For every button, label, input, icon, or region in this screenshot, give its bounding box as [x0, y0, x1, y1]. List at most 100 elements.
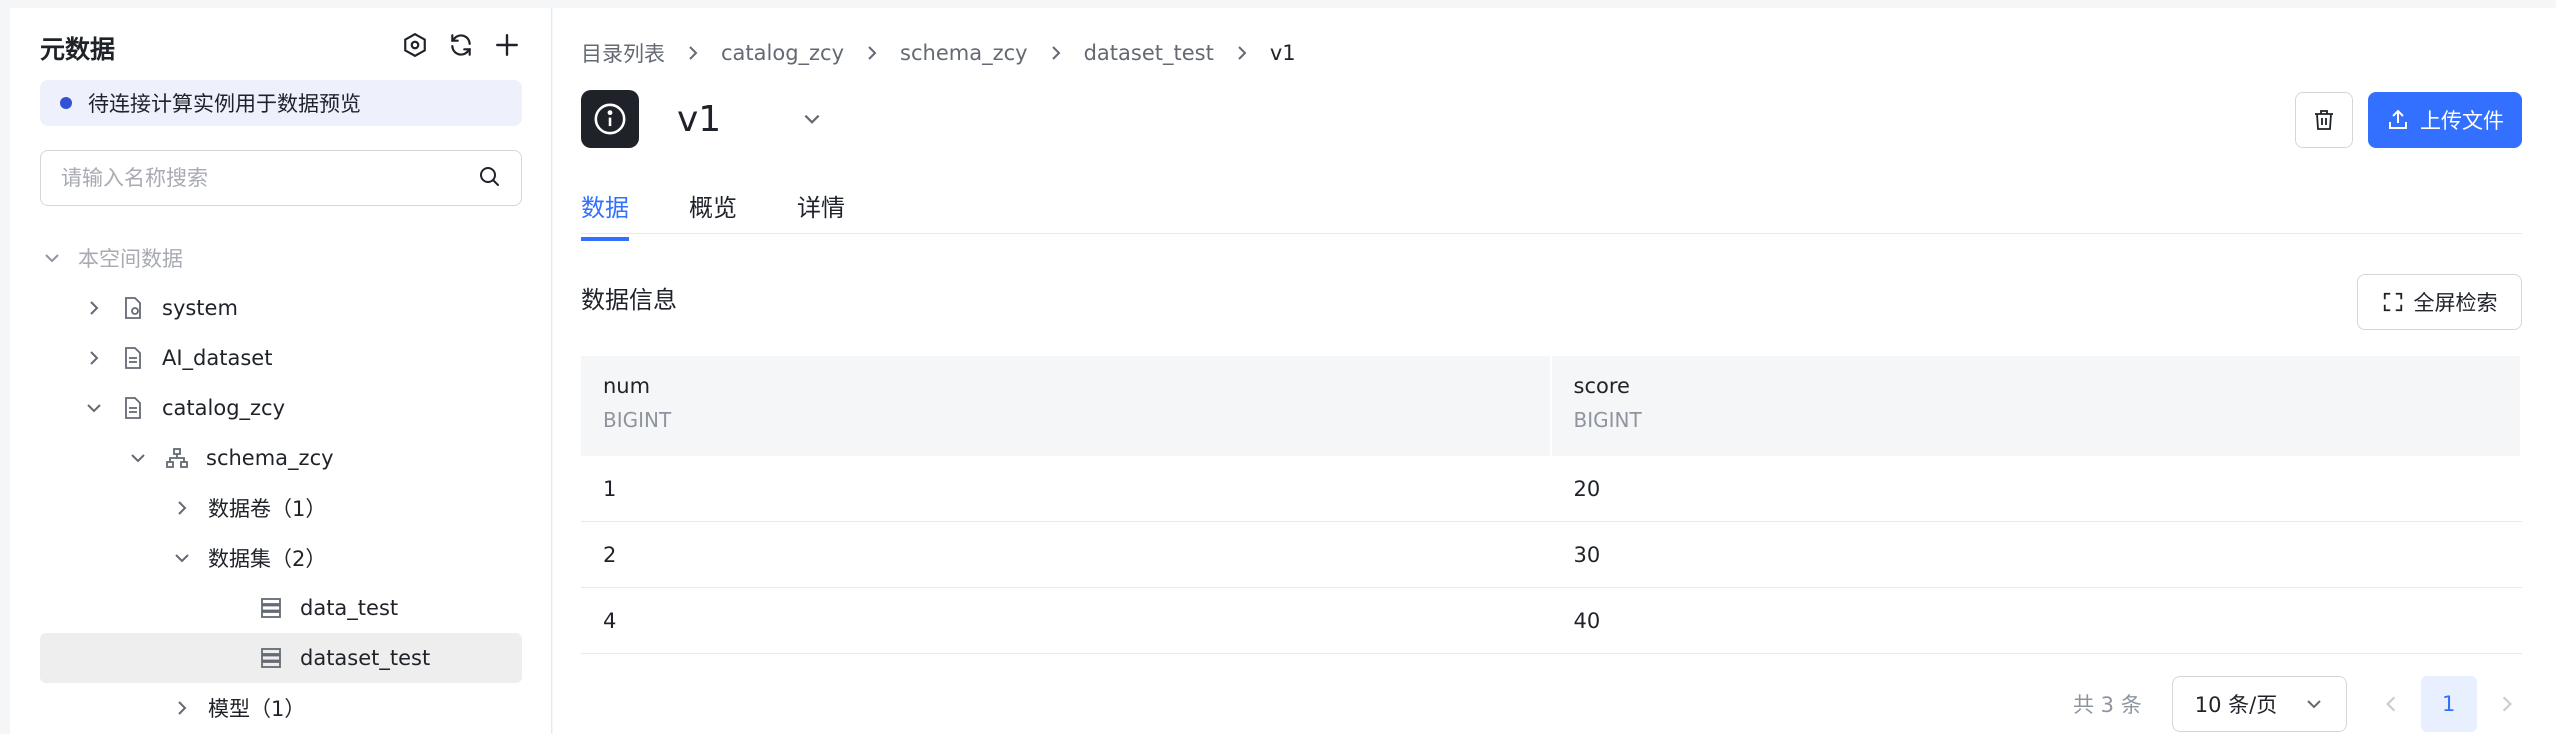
- column-type: BIGINT: [603, 408, 672, 432]
- tree-node-volumes[interactable]: 数据卷（1）: [40, 483, 522, 533]
- tree-node-label: 本空间数据: [78, 247, 183, 271]
- breadcrumb: 目录列表 catalog_zcy schema_zcy dataset_test…: [581, 38, 1296, 68]
- tree-node-label: catalog_zcy: [162, 396, 286, 420]
- tree-node-dataset-test[interactable]: dataset_test: [40, 633, 522, 683]
- search-box: [40, 150, 522, 206]
- tree-node-catalog-zcy[interactable]: catalog_zcy: [40, 383, 522, 433]
- tree-node-space-data[interactable]: 本空间数据: [40, 233, 522, 283]
- dataset-table-icon: [258, 645, 284, 671]
- tree-node-label: 数据集（2）: [208, 547, 327, 571]
- upload-label: 上传文件: [2420, 109, 2504, 133]
- chevron-right-icon[interactable]: [170, 496, 194, 520]
- search-icon[interactable]: [477, 164, 501, 192]
- tree-node-label: AI_dataset: [162, 346, 273, 370]
- tree-node-data-test[interactable]: data_test: [40, 583, 522, 633]
- dataset-tabs: 数据 概览 详情: [581, 178, 2522, 241]
- fullscreen-label: 全屏检索: [2413, 291, 2498, 315]
- column-name: score: [1573, 374, 1630, 398]
- chevron-down-icon: [2307, 700, 2321, 709]
- trash-icon: [2315, 110, 2333, 130]
- upload-icon: [2389, 109, 2407, 129]
- tree-node-label: system: [162, 296, 238, 320]
- chevron-down-icon[interactable]: [40, 246, 64, 270]
- refresh-icon[interactable]: [444, 28, 478, 62]
- tree-node-label: schema_zcy: [206, 446, 334, 470]
- prev-page-button[interactable]: [2363, 676, 2419, 732]
- chevron-right-icon: [864, 45, 880, 61]
- table-cell: 30: [1573, 542, 1601, 567]
- notice-text: 待连接计算实例用于数据预览: [88, 92, 361, 116]
- table-cell: 40: [1573, 608, 1601, 633]
- column-header-score: score BIGINT: [1552, 356, 2522, 456]
- tree-node-label: dataset_test: [300, 646, 431, 670]
- chevron-right-icon: [1048, 45, 1064, 61]
- schema-hierarchy-icon: [164, 445, 190, 471]
- table-row: 1 20: [581, 456, 2522, 522]
- chevron-right-icon: [1234, 45, 1250, 61]
- column-name: num: [603, 374, 651, 398]
- table-cell: 2: [603, 542, 617, 567]
- tree-node-label: 模型（1）: [208, 697, 306, 721]
- chevron-right-icon[interactable]: [82, 296, 106, 320]
- fullscreen-icon: [2383, 292, 2402, 312]
- upload-file-button[interactable]: 上传文件: [2368, 92, 2522, 148]
- next-page-button[interactable]: [2479, 676, 2535, 732]
- page-number-current[interactable]: 1: [2420, 676, 2477, 732]
- chevron-down-icon[interactable]: [170, 546, 194, 570]
- dataset-header: v1: [581, 90, 823, 148]
- breadcrumb-item[interactable]: dataset_test: [1084, 41, 1214, 65]
- fullscreen-search-button[interactable]: 全屏检索: [2357, 274, 2522, 330]
- search-input[interactable]: [61, 166, 477, 190]
- table-header: num BIGINT score BIGINT: [581, 356, 2522, 456]
- column-type: BIGINT: [1573, 408, 1642, 432]
- tab-data[interactable]: 数据: [581, 188, 629, 241]
- sidebar-actions: [398, 28, 524, 62]
- section-title: 数据信息: [581, 286, 677, 314]
- breadcrumb-current: v1: [1269, 41, 1296, 65]
- tree-node-schema-zcy[interactable]: schema_zcy: [40, 433, 522, 483]
- chevron-right-icon[interactable]: [82, 346, 106, 370]
- sidebar-title: 元数据: [40, 35, 116, 64]
- tree-node-label: data_test: [300, 596, 399, 620]
- page-size-value: 10 条/页: [2194, 693, 2278, 717]
- chevron-left-icon: [2385, 696, 2395, 712]
- tree-node-system[interactable]: system: [40, 283, 522, 333]
- chevron-down-icon[interactable]: [82, 396, 106, 420]
- chevron-right-icon[interactable]: [170, 696, 194, 720]
- pagination: 共 3 条 10 条/页 1: [2073, 676, 2535, 732]
- table-row: 4 40: [581, 588, 2522, 654]
- table-cell: 4: [603, 608, 617, 633]
- column-header-num: num BIGINT: [581, 356, 1552, 456]
- metadata-sidebar: 元数据 待连接计算实例用于数据预览 请输入名称搜索 本空间数据 system A…: [10, 8, 552, 734]
- data-table: num BIGINT score BIGINT 1 20 2 30 4 40: [581, 356, 2522, 654]
- tab-details[interactable]: 详情: [797, 188, 845, 237]
- tree-node-models[interactable]: 模型（1）: [40, 683, 522, 733]
- tree-node-datasets[interactable]: 数据集（2）: [40, 533, 522, 583]
- table-cell: 20: [1573, 476, 1601, 501]
- catalog-file-icon: [120, 345, 146, 371]
- tree-node-label: 数据卷（1）: [208, 497, 327, 521]
- table-row: 2 30: [581, 522, 2522, 588]
- page-size-select[interactable]: 10 条/页: [2171, 676, 2347, 732]
- settings-hex-icon[interactable]: [398, 28, 432, 62]
- tree-node-ai-dataset[interactable]: AI_dataset: [40, 333, 522, 383]
- notice-dot: [60, 97, 72, 109]
- table-cell: 1: [603, 476, 617, 501]
- chevron-right-icon: [685, 45, 701, 61]
- chevron-right-icon: [2502, 696, 2512, 712]
- version-dropdown-chevron-icon[interactable]: [801, 108, 823, 130]
- catalog-file-icon: [120, 295, 146, 321]
- app-frame: 元数据 待连接计算实例用于数据预览 请输入名称搜索 本空间数据 system A…: [0, 0, 2556, 734]
- breadcrumb-item[interactable]: catalog_zcy: [721, 41, 844, 65]
- catalog-file-icon: [120, 395, 146, 421]
- chevron-down-icon[interactable]: [126, 446, 150, 470]
- add-icon[interactable]: [490, 28, 524, 62]
- info-icon: [581, 90, 639, 148]
- tab-overview[interactable]: 概览: [689, 188, 737, 237]
- total-count: 共 3 条: [2073, 693, 2142, 717]
- connect-notice: 待连接计算实例用于数据预览: [40, 80, 522, 126]
- delete-button[interactable]: [2295, 92, 2353, 148]
- breadcrumb-item[interactable]: 目录列表: [581, 38, 665, 68]
- dataset-table-icon: [258, 595, 284, 621]
- breadcrumb-item[interactable]: schema_zcy: [900, 41, 1028, 65]
